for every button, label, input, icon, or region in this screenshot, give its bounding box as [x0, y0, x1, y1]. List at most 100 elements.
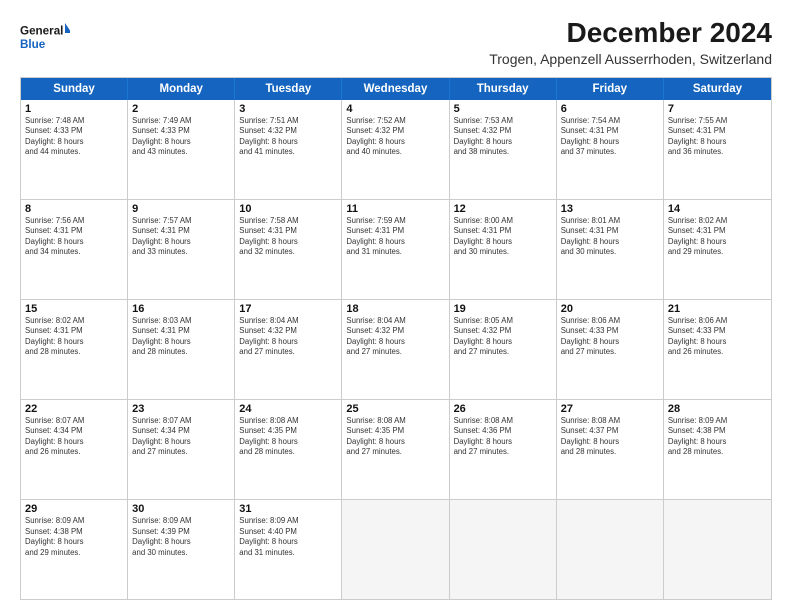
cell-line: Daylight: 8 hours [346, 237, 444, 248]
cell-line: and 30 minutes. [132, 548, 230, 559]
day-number: 18 [346, 303, 444, 315]
day-number: 15 [25, 303, 123, 315]
header: General Blue December 2024 Trogen, Appen… [20, 18, 772, 67]
cell-line: Sunrise: 7:55 AM [668, 116, 767, 127]
cell-line: Sunrise: 7:58 AM [239, 216, 337, 227]
day-cell-7: 7Sunrise: 7:55 AMSunset: 4:31 PMDaylight… [664, 100, 771, 199]
cell-line: Sunrise: 8:02 AM [25, 316, 123, 327]
cell-line: Sunset: 4:32 PM [239, 126, 337, 137]
cell-line: Daylight: 8 hours [346, 337, 444, 348]
cell-line: Daylight: 8 hours [132, 337, 230, 348]
week-row-1: 1Sunrise: 7:48 AMSunset: 4:33 PMDaylight… [21, 100, 771, 199]
cell-line: Daylight: 8 hours [239, 237, 337, 248]
day-cell-6: 6Sunrise: 7:54 AMSunset: 4:31 PMDaylight… [557, 100, 664, 199]
day-number: 4 [346, 103, 444, 115]
header-day-friday: Friday [557, 78, 664, 100]
day-number: 23 [132, 403, 230, 415]
cell-line: Sunrise: 7:53 AM [454, 116, 552, 127]
cell-line: Sunrise: 8:05 AM [454, 316, 552, 327]
day-number: 5 [454, 103, 552, 115]
header-day-saturday: Saturday [664, 78, 771, 100]
day-number: 9 [132, 203, 230, 215]
day-cell-26: 26Sunrise: 8:08 AMSunset: 4:36 PMDayligh… [450, 400, 557, 499]
empty-cell [664, 500, 771, 599]
cell-line: Daylight: 8 hours [668, 137, 767, 148]
cell-line: and 27 minutes. [454, 347, 552, 358]
cell-line: and 28 minutes. [132, 347, 230, 358]
cell-line: Sunrise: 7:59 AM [346, 216, 444, 227]
day-cell-10: 10Sunrise: 7:58 AMSunset: 4:31 PMDayligh… [235, 200, 342, 299]
cell-line: and 27 minutes. [454, 447, 552, 458]
week-row-2: 8Sunrise: 7:56 AMSunset: 4:31 PMDaylight… [21, 199, 771, 299]
cell-line: Sunrise: 7:48 AM [25, 116, 123, 127]
empty-cell [450, 500, 557, 599]
day-number: 16 [132, 303, 230, 315]
cell-line: Daylight: 8 hours [132, 537, 230, 548]
day-number: 2 [132, 103, 230, 115]
day-cell-1: 1Sunrise: 7:48 AMSunset: 4:33 PMDaylight… [21, 100, 128, 199]
cell-line: and 30 minutes. [561, 247, 659, 258]
cell-line: and 38 minutes. [454, 147, 552, 158]
cell-line: and 27 minutes. [561, 347, 659, 358]
cell-line: Sunset: 4:33 PM [132, 126, 230, 137]
cell-line: Daylight: 8 hours [25, 337, 123, 348]
cell-line: Sunset: 4:31 PM [454, 226, 552, 237]
logo: General Blue [20, 18, 70, 58]
cell-line: Sunrise: 7:51 AM [239, 116, 337, 127]
cell-line: and 27 minutes. [346, 447, 444, 458]
cell-line: Sunset: 4:33 PM [25, 126, 123, 137]
header-day-sunday: Sunday [21, 78, 128, 100]
cell-line: Sunset: 4:32 PM [454, 126, 552, 137]
day-number: 21 [668, 303, 767, 315]
day-cell-29: 29Sunrise: 8:09 AMSunset: 4:38 PMDayligh… [21, 500, 128, 599]
cell-line: Daylight: 8 hours [561, 437, 659, 448]
day-number: 30 [132, 503, 230, 515]
day-number: 7 [668, 103, 767, 115]
day-number: 8 [25, 203, 123, 215]
cell-line: and 37 minutes. [561, 147, 659, 158]
cell-line: and 28 minutes. [239, 447, 337, 458]
day-cell-2: 2Sunrise: 7:49 AMSunset: 4:33 PMDaylight… [128, 100, 235, 199]
week-row-5: 29Sunrise: 8:09 AMSunset: 4:38 PMDayligh… [21, 499, 771, 599]
day-number: 20 [561, 303, 659, 315]
cell-line: Sunrise: 8:09 AM [668, 416, 767, 427]
day-number: 1 [25, 103, 123, 115]
cell-line: Sunset: 4:31 PM [25, 326, 123, 337]
cell-line: Sunset: 4:31 PM [132, 326, 230, 337]
cell-line: Sunset: 4:38 PM [25, 527, 123, 538]
cell-line: Sunset: 4:31 PM [239, 226, 337, 237]
day-cell-31: 31Sunrise: 8:09 AMSunset: 4:40 PMDayligh… [235, 500, 342, 599]
cell-line: Sunset: 4:31 PM [132, 226, 230, 237]
cell-line: and 41 minutes. [239, 147, 337, 158]
cell-line: and 27 minutes. [132, 447, 230, 458]
day-number: 11 [346, 203, 444, 215]
cell-line: Sunset: 4:34 PM [132, 426, 230, 437]
cell-line: Daylight: 8 hours [454, 337, 552, 348]
day-cell-25: 25Sunrise: 8:08 AMSunset: 4:35 PMDayligh… [342, 400, 449, 499]
cell-line: Daylight: 8 hours [132, 437, 230, 448]
cell-line: Sunset: 4:31 PM [25, 226, 123, 237]
day-cell-27: 27Sunrise: 8:08 AMSunset: 4:37 PMDayligh… [557, 400, 664, 499]
cell-line: and 33 minutes. [132, 247, 230, 258]
cell-line: Sunrise: 7:52 AM [346, 116, 444, 127]
week-row-4: 22Sunrise: 8:07 AMSunset: 4:34 PMDayligh… [21, 399, 771, 499]
cell-line: and 26 minutes. [668, 347, 767, 358]
week-row-3: 15Sunrise: 8:02 AMSunset: 4:31 PMDayligh… [21, 299, 771, 399]
cell-line: Daylight: 8 hours [25, 137, 123, 148]
cell-line: Daylight: 8 hours [25, 237, 123, 248]
cell-line: Sunrise: 7:54 AM [561, 116, 659, 127]
cell-line: Daylight: 8 hours [561, 337, 659, 348]
cell-line: Daylight: 8 hours [25, 537, 123, 548]
cell-line: and 28 minutes. [561, 447, 659, 458]
cell-line: Sunset: 4:32 PM [346, 326, 444, 337]
cell-line: and 28 minutes. [25, 347, 123, 358]
cell-line: Daylight: 8 hours [239, 437, 337, 448]
subtitle: Trogen, Appenzell Ausserrhoden, Switzerl… [489, 51, 772, 67]
cell-line: Sunrise: 7:56 AM [25, 216, 123, 227]
empty-cell [557, 500, 664, 599]
day-cell-4: 4Sunrise: 7:52 AMSunset: 4:32 PMDaylight… [342, 100, 449, 199]
cell-line: Daylight: 8 hours [25, 437, 123, 448]
day-cell-12: 12Sunrise: 8:00 AMSunset: 4:31 PMDayligh… [450, 200, 557, 299]
day-number: 14 [668, 203, 767, 215]
cell-line: Sunrise: 8:08 AM [239, 416, 337, 427]
